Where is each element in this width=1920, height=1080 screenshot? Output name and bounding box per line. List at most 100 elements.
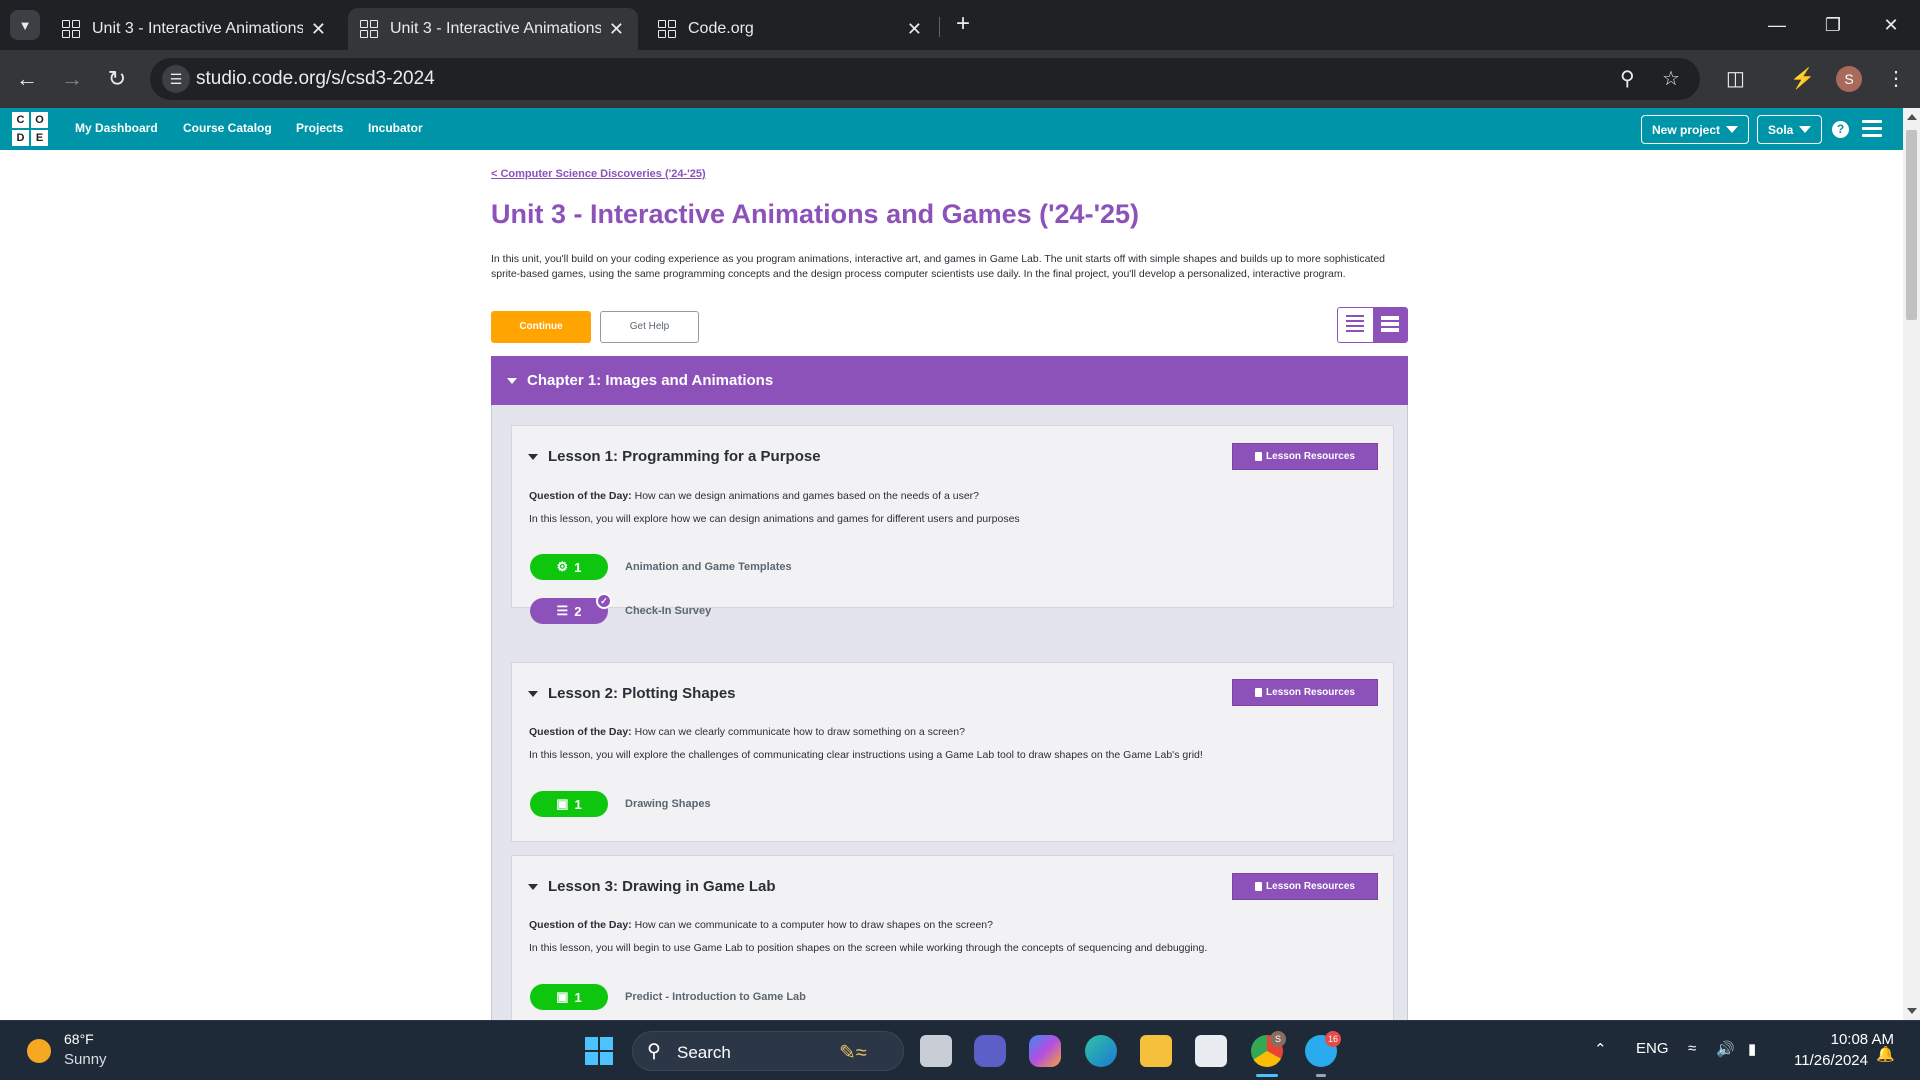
lesson-resources-label: Lesson Resources <box>1266 687 1355 698</box>
weather-temperature[interactable]: 68°F <box>64 1031 94 1047</box>
page-scrollbar[interactable] <box>1903 108 1920 1020</box>
more-menu-icon[interactable]: ⋮ <box>1886 66 1906 91</box>
active-app-indicator <box>1256 1074 1278 1077</box>
site-header: C O D E My Dashboard Course Catalog Proj… <box>0 108 1903 150</box>
new-tab-button[interactable]: + <box>950 12 976 38</box>
task-view-icon[interactable] <box>920 1035 952 1067</box>
sun-icon[interactable] <box>27 1039 51 1063</box>
document-icon <box>1255 688 1263 697</box>
logo-letter: O <box>31 112 48 128</box>
language-indicator[interactable]: ENG <box>1636 1040 1669 1057</box>
level-name[interactable]: Drawing Shapes <box>625 798 711 810</box>
url-text[interactable]: studio.code.org/s/csd3-2024 <box>196 68 435 90</box>
nav-incubator[interactable]: Incubator <box>368 121 423 135</box>
lesson-resources-button[interactable]: Lesson Resources <box>1232 873 1378 900</box>
copilot-icon[interactable] <box>1029 1035 1061 1067</box>
logo-letter: E <box>31 130 48 146</box>
scroll-down-icon[interactable] <box>1907 1008 1917 1014</box>
tab-search-button[interactable]: ▼ <box>10 10 40 40</box>
performance-icon[interactable]: ⚡ <box>1790 66 1815 91</box>
open-app-indicator <box>1316 1074 1326 1077</box>
close-window-icon[interactable]: ✕ <box>1868 10 1914 40</box>
back-arrow-icon[interactable]: ← <box>12 64 42 94</box>
chapter-section: Chapter 1: Images and Animations Lesson … <box>491 356 1408 1020</box>
lesson-resources-label: Lesson Resources <box>1266 451 1355 462</box>
scroll-up-icon[interactable] <box>1907 114 1917 120</box>
zoom-icon[interactable]: ⚲ <box>1620 66 1635 91</box>
wifi-icon[interactable]: ≈ <box>1688 1040 1696 1057</box>
summary-view-button[interactable] <box>1338 308 1373 342</box>
tray-overflow-icon[interactable]: ⌃ <box>1594 1040 1607 1058</box>
unit-description: In this unit, you'll build on your codin… <box>491 253 1386 280</box>
close-tab-icon[interactable]: ✕ <box>609 19 624 40</box>
chapter-title: Chapter 1: Images and Animations <box>527 372 774 389</box>
site-info-icon[interactable]: ☰ <box>162 65 190 93</box>
minimize-icon[interactable]: — <box>1754 10 1800 40</box>
level-number: 1 <box>574 796 582 812</box>
profile-avatar[interactable]: S <box>1836 66 1862 92</box>
close-tab-icon[interactable]: ✕ <box>311 19 326 40</box>
forward-arrow-icon[interactable]: → <box>57 64 87 94</box>
user-menu-button[interactable]: Sola <box>1757 115 1823 144</box>
level-name[interactable]: Predict - Introduction to Game Lab <box>625 991 806 1003</box>
lesson-title[interactable]: Lesson 1: Programming for a Purpose <box>528 448 821 465</box>
level-bubble[interactable]: ▣ 1 <box>530 791 608 817</box>
help-icon[interactable]: ? <box>1832 121 1849 138</box>
clock-date[interactable]: 11/26/2024 <box>1788 1052 1868 1069</box>
chevron-down-icon: ▼ <box>18 17 32 33</box>
bookmark-star-icon[interactable]: ☆ <box>1662 66 1680 91</box>
battery-icon[interactable]: ▮ <box>1748 1040 1756 1058</box>
level-bubble[interactable]: ☰ 2 ✓ <box>530 593 612 624</box>
microsoft-store-icon[interactable] <box>1195 1035 1227 1067</box>
file-explorer-icon[interactable] <box>1140 1035 1172 1067</box>
taskbar-search-box[interactable]: ⚲ Search ✎≈ <box>632 1031 904 1071</box>
level-bubble[interactable]: ▣ 1 <box>530 984 608 1010</box>
nav-course-catalog[interactable]: Course Catalog <box>183 121 272 135</box>
nav-my-dashboard[interactable]: My Dashboard <box>75 121 158 135</box>
document-icon <box>1255 882 1263 891</box>
telegram-unread-badge: 16 <box>1325 1031 1341 1047</box>
breadcrumb[interactable]: < Computer Science Discoveries ('24-'25) <box>491 168 706 180</box>
lesson-description: In this lesson, you will explore how we … <box>529 513 1020 525</box>
tab-divider <box>939 17 940 37</box>
scroll-thumb[interactable] <box>1906 130 1917 320</box>
level-bubble[interactable]: ⚙ 1 <box>530 554 608 580</box>
edge-browser-icon[interactable] <box>1085 1035 1117 1067</box>
search-highlight-icon: ✎≈ <box>839 1042 867 1064</box>
nav-projects[interactable]: Projects <box>296 121 343 135</box>
code-org-favicon-icon <box>658 20 676 38</box>
hamburger-menu-icon[interactable] <box>1862 120 1882 138</box>
chapter-header[interactable]: Chapter 1: Images and Animations <box>491 356 1408 405</box>
extensions-icon[interactable]: ◫ <box>1726 66 1745 91</box>
get-help-button[interactable]: Get Help <box>600 311 699 343</box>
windows-start-icon[interactable] <box>585 1037 613 1065</box>
level-name[interactable]: Check-In Survey <box>625 605 711 617</box>
lesson-resources-label: Lesson Resources <box>1266 881 1355 892</box>
code-org-logo[interactable]: C O D E <box>12 112 48 146</box>
notification-bell-icon[interactable]: 🔔 <box>1876 1045 1895 1063</box>
browser-tab-3[interactable]: Code.org ✕ <box>646 8 936 50</box>
restore-icon[interactable]: ❐ <box>1810 10 1856 40</box>
logo-letter: C <box>12 112 29 128</box>
address-bar[interactable]: ☰ studio.code.org/s/csd3-2024 ⚲ ☆ <box>150 58 1700 100</box>
volume-icon[interactable]: 🔊 <box>1716 1040 1735 1058</box>
checkmark-icon: ✓ <box>596 593 612 609</box>
qotd-label: Question of the Day: <box>529 919 632 931</box>
detail-view-button[interactable] <box>1372 308 1407 342</box>
reload-icon[interactable]: ↻ <box>102 64 132 94</box>
lesson-title[interactable]: Lesson 2: Plotting Shapes <box>528 685 736 702</box>
question-of-the-day: Question of the Day: How can we communic… <box>529 919 993 931</box>
browser-tab-2[interactable]: Unit 3 - Interactive Animations and Game… <box>348 8 638 50</box>
teams-chat-icon[interactable] <box>974 1035 1006 1067</box>
level-name[interactable]: Animation and Game Templates <box>625 561 792 573</box>
caret-down-icon <box>528 690 538 697</box>
lesson-title[interactable]: Lesson 3: Drawing in Game Lab <box>528 878 776 895</box>
close-tab-icon[interactable]: ✕ <box>907 19 922 40</box>
browser-tab-1[interactable]: Unit 3 - Interactive Animations and Game… <box>50 8 340 50</box>
new-project-button[interactable]: New project <box>1641 115 1750 144</box>
weather-condition[interactable]: Sunny <box>64 1051 107 1068</box>
lesson-resources-button[interactable]: Lesson Resources <box>1232 679 1378 706</box>
lesson-resources-button[interactable]: Lesson Resources <box>1232 443 1378 470</box>
continue-button[interactable]: Continue <box>491 311 591 343</box>
level-number: 2 <box>574 603 582 619</box>
